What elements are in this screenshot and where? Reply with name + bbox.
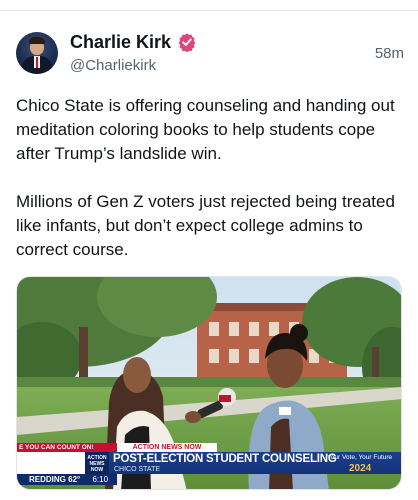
tweet-paragraph: Chico State is offering counseling and h… [16,96,395,163]
news-year: 2024 [349,463,372,474]
tweet-paragraph: Millions of Gen Z voters just rejected b… [16,192,395,259]
timestamp[interactable]: 58m [375,45,404,62]
banner-red-text: E YOU CAN COUNT ON! [17,443,117,452]
weather-ticker: REDDING 62° 6:10 [17,474,117,485]
author-handle[interactable]: @Charliekirk [70,57,156,74]
weather-temp: 62° [68,475,81,484]
news-subheadline: CHICO STATE [114,466,161,473]
news-lower-third: E YOU CAN COUNT ON! ACTION NEWS NOW ACTI… [17,443,401,489]
top-divider [0,10,418,11]
news-headline: POST-ELECTION STUDENT COUNSELING [113,453,337,465]
broadcast-clock: 6:10 [92,475,109,484]
banner-white-block [17,452,85,474]
tweet-text: Chico State is offering counseling and h… [16,94,408,262]
station-logo: ACTION NEWS NOW [85,452,109,474]
banner-label: ACTION NEWS NOW [117,443,217,452]
news-slogan: Your Vote, Your Future [327,454,393,461]
verified-badge-icon [178,33,196,52]
avatar[interactable] [16,32,58,74]
weather-city: REDDING [29,475,66,484]
tweet-media-image[interactable]: E YOU CAN COUNT ON! ACTION NEWS NOW ACTI… [16,276,402,490]
author-name[interactable]: Charlie Kirk [70,32,171,53]
